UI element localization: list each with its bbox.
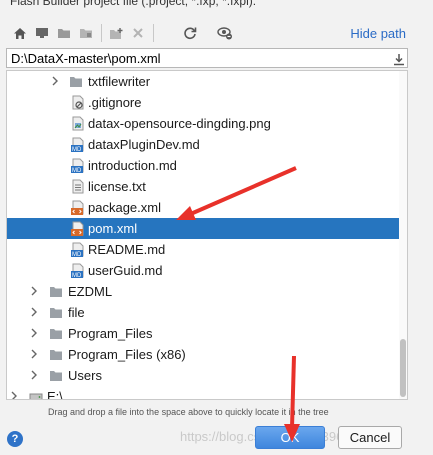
chevron-right-icon[interactable] bbox=[28, 327, 40, 339]
path-field bbox=[6, 48, 408, 68]
chevron-right-icon[interactable] bbox=[28, 306, 40, 318]
folder-icon bbox=[50, 308, 62, 318]
toolbar-separator bbox=[101, 24, 102, 42]
tree-item-ezdml[interactable]: EZDML bbox=[7, 281, 407, 302]
ok-button[interactable]: OK bbox=[255, 426, 325, 449]
chevron-right-icon[interactable] bbox=[28, 369, 40, 381]
tree-item-label: Users bbox=[68, 368, 102, 383]
cancel-button[interactable]: Cancel bbox=[338, 426, 402, 449]
markdown-file-icon: MD bbox=[71, 158, 84, 173]
markdown-file-icon: MD bbox=[71, 263, 84, 278]
tree-item-program-files[interactable]: Program_Files bbox=[7, 323, 407, 344]
tree-item-program-files-x86[interactable]: Program_Files (x86) bbox=[7, 344, 407, 365]
tree-item-userguid-md[interactable]: MD userGuid.md bbox=[7, 260, 407, 281]
tree-item-label: introduction.md bbox=[88, 158, 177, 173]
home-icon[interactable] bbox=[10, 23, 30, 43]
svg-text:MD: MD bbox=[72, 168, 82, 173]
hide-path-link[interactable]: Hide path bbox=[350, 26, 406, 41]
tree-item-label: Program_Files bbox=[68, 326, 153, 341]
new-folder-icon[interactable] bbox=[106, 23, 126, 43]
tree-item-label: pom.xml bbox=[88, 221, 138, 236]
delete-icon[interactable] bbox=[128, 23, 148, 43]
tree-item-package-xml[interactable]: package.xml bbox=[7, 197, 407, 218]
tree-item-label: dataxPluginDev.md bbox=[88, 137, 200, 152]
text-file-icon bbox=[72, 179, 84, 194]
dialog-title-strip: Flash Builder project file (.project, *.… bbox=[0, 0, 433, 12]
image-file-icon bbox=[72, 116, 84, 131]
path-input[interactable] bbox=[7, 49, 405, 67]
tree-item-readme-md[interactable]: MD README.md bbox=[7, 239, 407, 260]
tree-scrollbar[interactable] bbox=[399, 71, 407, 399]
help-button[interactable]: ? bbox=[7, 431, 23, 447]
download-icon[interactable] bbox=[390, 50, 408, 68]
ignore-file-icon bbox=[72, 95, 84, 110]
folder-icon bbox=[50, 350, 62, 360]
folder-module-icon[interactable] bbox=[76, 23, 96, 43]
tree-item-label: txtfilewriter bbox=[88, 74, 151, 89]
tree-item-label: license.txt bbox=[88, 179, 146, 194]
tree-item-label: EZDML bbox=[68, 284, 113, 299]
svg-text:MD: MD bbox=[72, 252, 82, 257]
chevron-right-icon[interactable] bbox=[49, 75, 61, 87]
tree-item-label: userGuid.md bbox=[88, 263, 163, 278]
chevron-right-icon[interactable] bbox=[28, 285, 40, 297]
tree-item-label: .gitignore bbox=[88, 95, 142, 110]
show-hidden-icon[interactable] bbox=[215, 23, 235, 43]
toolbar-separator bbox=[153, 24, 154, 42]
folder-icon bbox=[50, 371, 62, 381]
xml-file-icon bbox=[71, 221, 84, 236]
chevron-right-icon[interactable] bbox=[28, 348, 40, 360]
svg-text:MD: MD bbox=[72, 273, 82, 278]
drive-icon bbox=[29, 393, 43, 399]
refresh-icon[interactable] bbox=[180, 23, 200, 43]
tree-item-label: file bbox=[68, 305, 85, 320]
tree-item-drive-e[interactable]: E:\ bbox=[7, 386, 407, 400]
desktop-icon[interactable] bbox=[32, 23, 52, 43]
tree-item-license-txt[interactable]: license.txt bbox=[7, 176, 407, 197]
folder-icon bbox=[70, 77, 82, 87]
tree-item-pom-xml[interactable]: pom.xml bbox=[7, 218, 407, 239]
dialog-title: Flash Builder project file (.project, *.… bbox=[10, 0, 257, 8]
chevron-right-icon[interactable] bbox=[8, 390, 20, 400]
folder-icon bbox=[50, 287, 62, 297]
folder-icon bbox=[50, 329, 62, 339]
tree-item-txtfilewriter[interactable]: txtfilewriter bbox=[7, 71, 407, 92]
tree-item-label: package.xml bbox=[88, 200, 161, 215]
svg-text:MD: MD bbox=[72, 147, 82, 152]
tree-item-label: Program_Files (x86) bbox=[68, 347, 186, 362]
tree-item-gitignore[interactable]: .gitignore bbox=[7, 92, 407, 113]
file-tree[interactable]: txtfilewriter .gitignore datax-opensourc… bbox=[6, 70, 408, 400]
xml-file-icon bbox=[71, 200, 84, 215]
tree-item-label: E:\ bbox=[47, 389, 63, 400]
tree-item-label: README.md bbox=[88, 242, 166, 257]
tree-item-dataxplugindev-md[interactable]: MD dataxPluginDev.md bbox=[7, 134, 407, 155]
folder-icon[interactable] bbox=[54, 23, 74, 43]
markdown-file-icon: MD bbox=[71, 242, 84, 257]
tree-scrollbar-thumb[interactable] bbox=[400, 339, 406, 397]
tree-item-introduction-md[interactable]: MD introduction.md bbox=[7, 155, 407, 176]
markdown-file-icon: MD bbox=[71, 137, 84, 152]
tree-item-datax-opensource-dingding-png[interactable]: datax-opensource-dingding.png bbox=[7, 113, 407, 134]
drag-drop-hint: Drag and drop a file into the space abov… bbox=[48, 407, 329, 417]
tree-item-file[interactable]: file bbox=[7, 302, 407, 323]
tree-item-label: datax-opensource-dingding.png bbox=[88, 116, 271, 131]
tree-item-users[interactable]: Users bbox=[7, 365, 407, 386]
toolbar: Hide path bbox=[0, 18, 433, 48]
